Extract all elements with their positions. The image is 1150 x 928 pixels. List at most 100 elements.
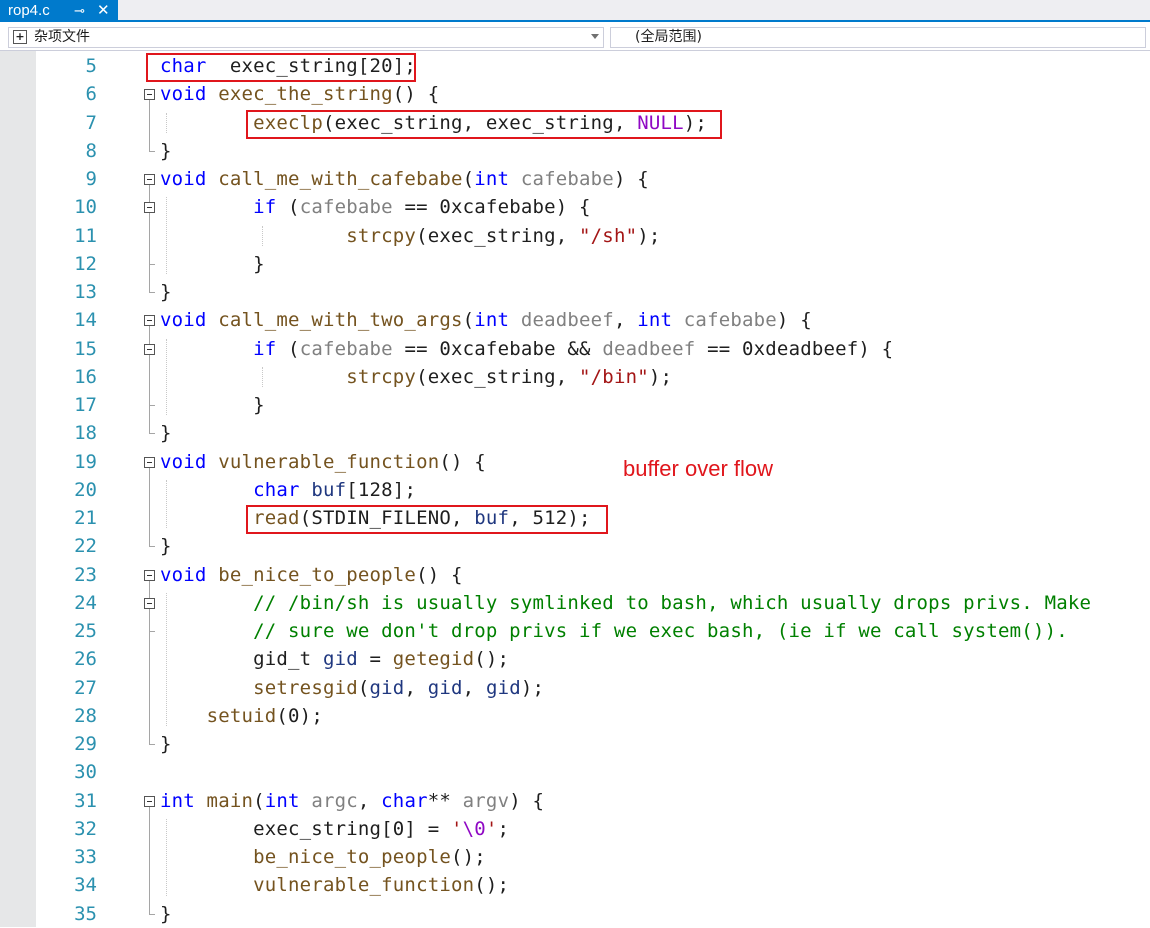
line-number: 29: [74, 733, 97, 755]
code-token: void: [160, 83, 207, 106]
line-number: 13: [74, 281, 97, 303]
code-line-20[interactable]: 20 char buf[128];: [0, 476, 1150, 504]
code-line-17[interactable]: 17 }: [0, 391, 1150, 419]
line-number: 14: [74, 309, 97, 332]
outline-line: [149, 608, 150, 632]
code-token: ) {: [776, 309, 812, 332]
code-line-10[interactable]: 10 if (cafebabe == 0xcafebabe) {: [0, 193, 1150, 221]
code-line-30[interactable]: 30: [0, 758, 1150, 786]
code-token: gid: [485, 676, 521, 699]
outline-end: [149, 546, 155, 548]
code-text: }: [160, 532, 172, 560]
code-token: gid: [369, 676, 405, 699]
code-line-15[interactable]: 15 if (cafebabe == 0xcafebabe && deadbee…: [0, 335, 1150, 363]
code-text: }: [160, 900, 172, 928]
code-line-35[interactable]: 35}: [0, 900, 1150, 928]
code-line-34[interactable]: 34 vulnerable_function();: [0, 871, 1150, 899]
code-text: void call_me_with_two_args(int deadbeef,…: [160, 306, 812, 334]
code-text: }: [160, 730, 172, 758]
line-number: 23: [74, 563, 97, 586]
code-line-26[interactable]: 26 gid_t gid = getegid();: [0, 645, 1150, 673]
code-token: "/sh": [579, 224, 638, 247]
code-token: );: [637, 224, 661, 247]
code-token: deadbeef: [509, 309, 614, 332]
code-token: call_me_with_two_args: [206, 309, 463, 332]
code-token: =: [357, 648, 393, 671]
indent-guide: [166, 592, 167, 726]
code-token: exec_the_string: [206, 83, 393, 106]
collapse-toggle-icon[interactable]: [144, 569, 155, 581]
code-line-32[interactable]: 32 exec_string[0] = '\0';: [0, 815, 1150, 843]
collapse-toggle-icon[interactable]: [144, 202, 155, 214]
annotation-buffer-overflow: buffer over flow: [623, 456, 774, 481]
code-token: ();: [451, 846, 486, 868]
code-line-19[interactable]: 19 void vulnerable_function() {: [0, 448, 1150, 476]
collapse-toggle-icon[interactable]: [144, 315, 155, 327]
indent-guide: [166, 479, 167, 529]
code-line-22[interactable]: 22}: [0, 532, 1150, 560]
code-line-8[interactable]: 8}: [0, 137, 1150, 165]
collapse-toggle-icon[interactable]: [144, 89, 155, 101]
code-token: // /bin/sh is usually symlinked to bash,…: [253, 591, 1092, 614]
code-line-31[interactable]: 31 int main(int argc, char** argv) {: [0, 787, 1150, 815]
code-token: (exec_string,: [416, 365, 580, 388]
code-line-18[interactable]: 18}: [0, 419, 1150, 447]
line-number: 15: [74, 337, 97, 360]
code-line-27[interactable]: 27 setresgid(gid, gid, gid);: [0, 674, 1150, 702]
code-line-29[interactable]: 29}: [0, 730, 1150, 758]
code-line-14[interactable]: 14 void call_me_with_two_args(int deadbee…: [0, 306, 1150, 334]
project-dropdown[interactable]: + 杂项文件: [8, 27, 604, 48]
line-number: 30: [74, 761, 97, 784]
scope-dropdown[interactable]: (全局范围): [610, 27, 1146, 48]
code-line-33[interactable]: 33 be_nice_to_people();: [0, 843, 1150, 871]
code-token: }: [160, 252, 265, 275]
pin-icon[interactable]: ⊸: [74, 0, 85, 22]
code-line-11[interactable]: 11 strcpy(exec_string, "/sh");: [0, 222, 1150, 250]
code-line-25[interactable]: 25 // sure we don't drop privs if we exe…: [0, 617, 1150, 645]
code-token: ) {: [613, 168, 649, 190]
close-icon[interactable]: ✕: [97, 0, 110, 22]
code-text: vulnerable_function();: [160, 871, 509, 899]
code-editor[interactable]: 5 char exec_string[20]; 6 void exec_the_str…: [0, 51, 1150, 927]
line-number: 34: [74, 874, 97, 897]
code-text: int main(int argc, char** argv) {: [160, 787, 544, 815]
collapse-toggle-icon[interactable]: [144, 343, 155, 355]
code-token: == 0xcafebabe) {: [392, 196, 591, 219]
tab-rop4-c[interactable]: rop4.c ⊸ ✕: [0, 0, 118, 22]
indent-guide: [262, 225, 263, 246]
code-text: be_nice_to_people();: [160, 843, 486, 871]
code-token: ,: [462, 676, 486, 699]
collapse-toggle-icon[interactable]: [144, 597, 155, 609]
code-token: setresgid: [253, 676, 358, 699]
code-token: int: [264, 789, 300, 812]
code-token: buf: [299, 478, 347, 501]
code-token: exec_string[0] =: [160, 817, 451, 840]
code-line-23[interactable]: 23 void be_nice_to_people() {: [0, 561, 1150, 589]
code-token: }: [160, 733, 172, 755]
code-token: gid: [427, 676, 463, 699]
code-line-28[interactable]: 28 setuid(0);: [0, 702, 1150, 730]
code-line-6[interactable]: 6 void exec_the_string() {: [0, 80, 1150, 108]
collapse-toggle-icon[interactable]: [144, 795, 155, 807]
code-line-13[interactable]: 13}: [0, 278, 1150, 306]
line-number: 24: [74, 591, 97, 614]
code-line-16[interactable]: 16 strcpy(exec_string, "/bin");: [0, 363, 1150, 391]
code-line-24[interactable]: 24 // /bin/sh is usually symlinked to ba…: [0, 589, 1150, 617]
collapse-toggle-icon[interactable]: [144, 456, 155, 468]
code-token: }: [160, 139, 172, 162]
collapse-toggle-icon[interactable]: [144, 174, 155, 186]
code-token: "/bin": [579, 365, 649, 388]
code-token: (: [276, 196, 300, 219]
line-number: 11: [74, 224, 97, 247]
code-line-12[interactable]: 12 }: [0, 250, 1150, 278]
code-token: == 0xcafebabe &&: [392, 337, 603, 360]
code-token: }: [160, 394, 265, 416]
code-token: () {: [416, 563, 463, 586]
code-line-9[interactable]: 9 void call_me_with_cafebabe(int cafebabe…: [0, 165, 1150, 193]
code-text: void exec_the_string() {: [160, 80, 439, 108]
